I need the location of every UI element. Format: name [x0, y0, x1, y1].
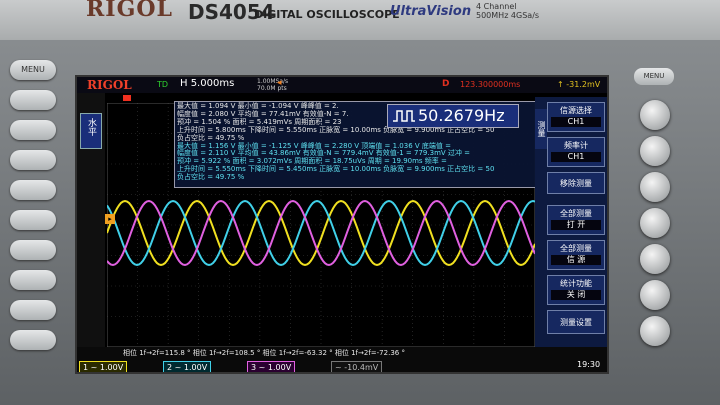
phase-readout: 相位 1f→2f=115.8 ° 相位 1f→2f=108.5 ° 相位 1f→… — [123, 349, 405, 357]
ch4-scale-value: ~ -10.4mV — [335, 363, 379, 372]
menu-item-statistics[interactable]: 统计功能关 闭 — [547, 275, 605, 305]
spec-line1: 4 Channel — [476, 2, 517, 11]
softkey-knob-6[interactable] — [640, 280, 670, 310]
brand-logo: RIGOL — [86, 0, 173, 22]
horizontal-label: 水平 — [86, 118, 96, 136]
menu-item-all-measure-source[interactable]: 全部测量信 源 — [547, 240, 605, 270]
run-status: TD — [157, 80, 169, 89]
left-softkey-8[interactable] — [10, 300, 56, 320]
trigger-marker-top — [123, 95, 131, 101]
trigger-edge-icon: ↑ — [557, 80, 567, 89]
frequency-value: 50.2679Hz — [418, 106, 505, 125]
menu-item-title: 信源选择 — [560, 106, 592, 115]
menu-item-value: CH1 — [551, 152, 601, 162]
softkey-knob-3[interactable] — [640, 172, 670, 202]
ch3-scale-value: ~ 1.00V — [258, 363, 292, 372]
menu-item-source[interactable]: 信源选择 CH1 — [547, 102, 605, 132]
softkey-knob-5[interactable] — [640, 244, 670, 274]
ch1-scale[interactable]: 1 ~ 1.00V — [79, 361, 128, 372]
softkey-knob-4[interactable] — [640, 208, 670, 238]
trigger-position-icon: ◂ — [277, 78, 282, 88]
horizontal-button[interactable]: 水平 — [80, 113, 102, 149]
measure-menu: 测量 信源选择 CH1 频率计 CH1 移除测量 全部测量打 开 全部测量信 源 统… — [535, 97, 607, 347]
delay-value: 123.300000ms — [460, 80, 521, 89]
menu-item-title: 测量设置 — [560, 318, 592, 327]
left-softkey-2[interactable] — [10, 120, 56, 140]
meas-row: 负占空比 = 49.75 % — [177, 173, 245, 182]
left-softkey-3[interactable] — [10, 150, 56, 170]
menu-item-measure-settings[interactable]: 测量设置 — [547, 310, 605, 334]
menu-button-right[interactable]: MENU — [634, 68, 674, 85]
menu-item-freq-counter[interactable]: 频率计 CH1 — [547, 137, 605, 167]
menu-item-all-measure-toggle[interactable]: 全部测量打 开 — [547, 205, 605, 235]
delay-label: D — [442, 79, 450, 89]
ch2-scale-value: ~ 1.00V — [174, 363, 208, 372]
spec-line2: 500MHz 4GSa/s — [476, 11, 540, 20]
ch-marker-left: ▸ — [105, 214, 115, 224]
menu-item-title: 移除测量 — [560, 179, 592, 188]
spec-label: 4 Channel 500MHz 4GSa/s — [476, 2, 539, 20]
trigger-level-value: -31.2mV — [566, 80, 601, 89]
subtitle: DIGITAL OSCILLOSCOPE — [254, 8, 400, 21]
softkey-knob-1[interactable] — [640, 100, 670, 130]
menu-item-value: 关 闭 — [551, 290, 601, 300]
sample-rate: 1.00MSa/s — [257, 78, 289, 85]
memory-depth: 70.0M pts — [257, 85, 287, 92]
menu-item-value: 打 开 — [551, 220, 601, 230]
screen-logo: RIGOL — [87, 78, 132, 92]
left-softkey-1[interactable] — [10, 90, 56, 110]
clock: 19:30 — [577, 360, 601, 369]
left-softkey-4[interactable] — [10, 180, 56, 200]
left-softkey-5[interactable] — [10, 210, 56, 230]
menu-item-title: 统计功能 — [560, 279, 592, 288]
trigger-level: ↑ -31.2mV — [557, 80, 600, 89]
softkey-knob-2[interactable] — [640, 136, 670, 166]
ch4-scale[interactable]: ~ -10.4mV — [331, 361, 383, 372]
oscilloscope-screen: RIGOL TD H 5.000ms 1.00MSa/s 70.0M pts ◂ … — [75, 75, 609, 374]
left-softkey-9[interactable] — [10, 330, 56, 350]
frequency-counter: 50.2679Hz — [387, 104, 519, 128]
left-strip: 水平 — [77, 93, 105, 355]
ch1-scale-value: ~ 1.00V — [90, 363, 124, 372]
menu-item-title: 频率计 — [564, 141, 588, 150]
menu-item-value: CH1 — [551, 117, 601, 127]
menu-item-title: 全部测量 — [560, 209, 592, 218]
ultravision-logo: UltraVision — [390, 4, 472, 19]
left-softkey-6[interactable] — [10, 240, 56, 260]
status-bar: RIGOL TD H 5.000ms 1.00MSa/s 70.0M pts ◂ … — [77, 77, 607, 93]
menu-button-left[interactable]: MENU — [10, 60, 56, 80]
left-softkey-7[interactable] — [10, 270, 56, 290]
menu-label-left: MENU — [21, 65, 45, 74]
timebase: H 5.000ms — [180, 78, 235, 89]
ch2-scale[interactable]: 2 ~ 1.00V — [163, 361, 212, 372]
top-panel: RIGOL DS4054 DIGITAL OSCILLOSCOPE UltraV… — [0, 0, 720, 40]
softkey-knob-7[interactable] — [640, 316, 670, 346]
menu-item-value: 信 源 — [551, 255, 601, 265]
acquisition-info: 1.00MSa/s 70.0M pts — [257, 78, 288, 92]
ch3-scale[interactable]: 3 ~ 1.00V — [247, 361, 296, 372]
menu-item-remove-measure[interactable]: 移除测量 — [547, 172, 605, 194]
menu-item-title: 全部测量 — [560, 244, 592, 253]
square-wave-icon — [393, 110, 415, 122]
menu-side-tab: 测量 — [535, 109, 547, 149]
